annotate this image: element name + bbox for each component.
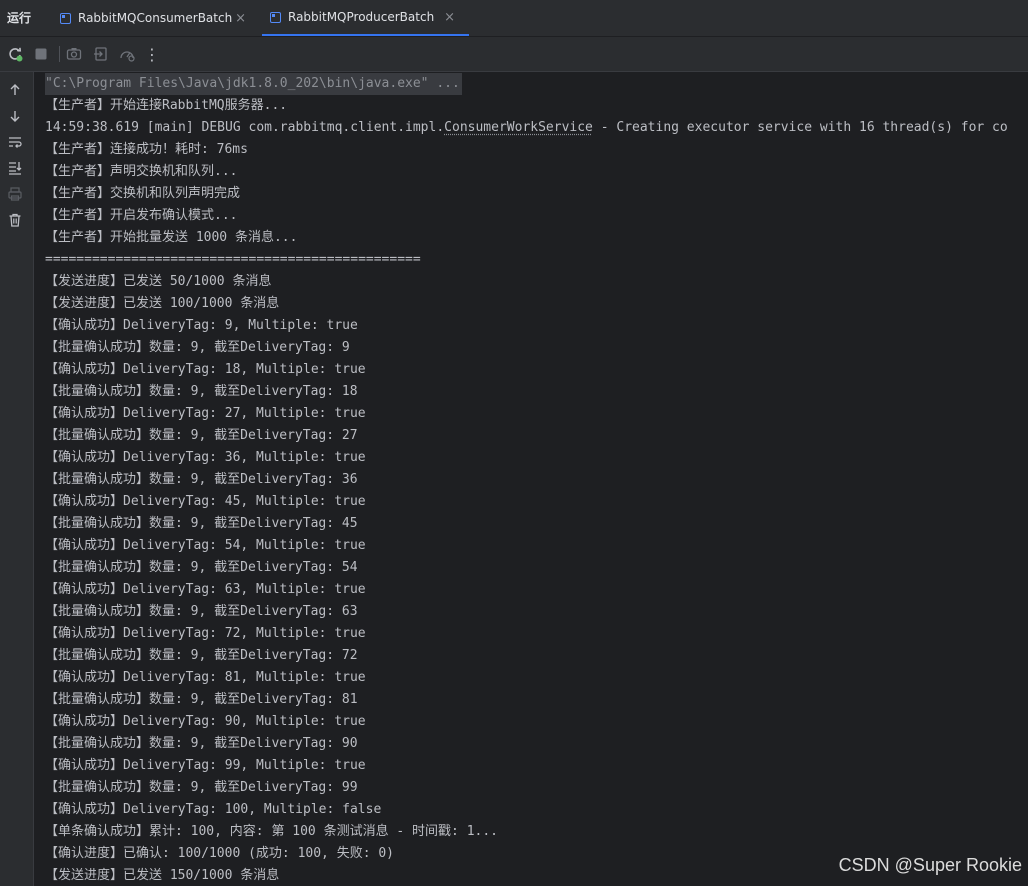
console-line: 【确认成功】DeliveryTag: 36, Multiple: true xyxy=(45,450,366,465)
console-line: 【确认成功】DeliveryTag: 100, Multiple: false xyxy=(45,802,382,817)
scroll-to-end-icon[interactable] xyxy=(6,159,24,177)
tab-rabbitmq-producer-batch[interactable]: RabbitMQProducerBatch × xyxy=(262,0,469,36)
console-line: 【批量确认成功】数量: 9, 截至DeliveryTag: 72 xyxy=(45,648,358,663)
camera-icon[interactable] xyxy=(65,45,83,63)
console-line: 【确认成功】DeliveryTag: 45, Multiple: true xyxy=(45,494,366,509)
console-line: 【确认成功】DeliveryTag: 54, Multiple: true xyxy=(45,538,366,553)
run-tool-window-title: 运行 xyxy=(7,11,32,25)
console-line: 【批量确认成功】数量: 9, 截至DeliveryTag: 90 xyxy=(45,736,358,751)
console-line: 【确认成功】DeliveryTag: 27, Multiple: true xyxy=(45,406,366,421)
console-line: 【确认成功】DeliveryTag: 9, Multiple: true xyxy=(45,318,358,333)
arrow-up-icon[interactable] xyxy=(6,81,24,99)
console-line: 【生产者】声明交换机和队列... xyxy=(45,164,238,179)
console-line: 【生产者】开始连接RabbitMQ服务器... xyxy=(45,98,288,113)
console-line: 【批量确认成功】数量: 9, 截至DeliveryTag: 36 xyxy=(45,472,358,487)
trash-icon[interactable] xyxy=(6,211,24,229)
console-line: 【批量确认成功】数量: 9, 截至DeliveryTag: 63 xyxy=(45,604,358,619)
console-line: 【批量确认成功】数量: 9, 截至DeliveryTag: 54 xyxy=(45,560,358,575)
console-line: 【发送进度】已发送 50/1000 条消息 xyxy=(45,274,272,289)
rerun-icon[interactable] xyxy=(6,45,24,63)
toolbar-divider xyxy=(59,46,60,62)
console-line: 【确认成功】DeliveryTag: 99, Multiple: true xyxy=(45,758,366,773)
console-line: 【确认成功】DeliveryTag: 81, Multiple: true xyxy=(45,670,366,685)
console-output[interactable]: "C:\Program Files\Java\jdk1.8.0_202\bin\… xyxy=(34,72,1028,886)
debug-prefix: 14:59:38.619 [main] DEBUG com.rabbitmq.c… xyxy=(45,120,445,135)
console-line: 【批量确认成功】数量: 9, 截至DeliveryTag: 27 xyxy=(45,428,358,443)
run-toolbar: ⋮ xyxy=(0,37,1028,72)
console-line: 【生产者】连接成功！耗时: 76ms xyxy=(45,142,248,157)
arrow-down-icon[interactable] xyxy=(6,107,24,125)
close-icon[interactable]: × xyxy=(235,11,246,26)
console-line: 【生产者】交换机和队列声明完成 xyxy=(45,186,241,201)
exit-icon[interactable] xyxy=(92,45,110,63)
console-line: 【批量确认成功】数量: 9, 截至DeliveryTag: 9 xyxy=(45,340,350,355)
run-config-icon xyxy=(270,11,281,23)
debug-log-line: 14:59:38.619 [main] DEBUG com.rabbitmq.c… xyxy=(45,117,1008,139)
more-icon[interactable]: ⋮ xyxy=(143,45,161,64)
console-line: 【生产者】开始批量发送 1000 条消息... xyxy=(45,230,298,245)
command-line: "C:\Program Files\Java\jdk1.8.0_202\bin\… xyxy=(45,73,462,95)
console-line: 【确认进度】已确认: 100/1000 (成功: 100, 失败: 0) xyxy=(45,846,395,861)
run-tool-window-tabbar: 运行 RabbitMQConsumerBatch × RabbitMQProdu… xyxy=(0,0,1028,37)
console-line: 【确认成功】DeliveryTag: 63, Multiple: true xyxy=(45,582,366,597)
consumer-work-service-link[interactable]: ConsumerWorkService xyxy=(444,120,593,135)
console-line: 【生产者】开启发布确认模式... xyxy=(45,208,238,223)
soft-wrap-icon[interactable] xyxy=(6,133,24,151)
console-line: 【批量确认成功】数量: 9, 截至DeliveryTag: 45 xyxy=(45,516,358,531)
stop-icon[interactable] xyxy=(32,45,50,63)
console-line: 【批量确认成功】数量: 9, 截至DeliveryTag: 81 xyxy=(45,692,358,707)
console-line: 【发送进度】已发送 150/1000 条消息 xyxy=(45,868,280,883)
separator-line: ========================================… xyxy=(45,252,421,267)
console-line: 【单条确认成功】累计: 100, 内容: 第 100 条测试消息 - 时间戳: … xyxy=(45,824,499,839)
gauge-icon[interactable] xyxy=(118,45,136,63)
debug-suffix: - Creating executor service with 16 thre… xyxy=(592,120,1008,135)
console-line: 【确认成功】DeliveryTag: 18, Multiple: true xyxy=(45,362,366,377)
run-config-icon xyxy=(60,12,71,24)
console-line: 【批量确认成功】数量: 9, 截至DeliveryTag: 99 xyxy=(45,780,358,795)
watermark: CSDN @Super Rookie xyxy=(838,855,1022,875)
tab-label: RabbitMQProducerBatch xyxy=(288,10,435,24)
console-line: 【确认成功】DeliveryTag: 90, Multiple: true xyxy=(45,714,366,729)
console-line: 【发送进度】已发送 100/1000 条消息 xyxy=(45,296,280,311)
print-icon[interactable] xyxy=(6,185,24,203)
console-line: 【确认成功】DeliveryTag: 72, Multiple: true xyxy=(45,626,366,641)
tab-label: RabbitMQConsumerBatch xyxy=(78,11,233,25)
tab-rabbitmq-consumer-batch[interactable]: RabbitMQConsumerBatch × xyxy=(52,0,260,36)
close-icon[interactable]: × xyxy=(444,10,455,25)
console-side-toolbar xyxy=(0,72,34,886)
console-line: 【批量确认成功】数量: 9, 截至DeliveryTag: 18 xyxy=(45,384,358,399)
